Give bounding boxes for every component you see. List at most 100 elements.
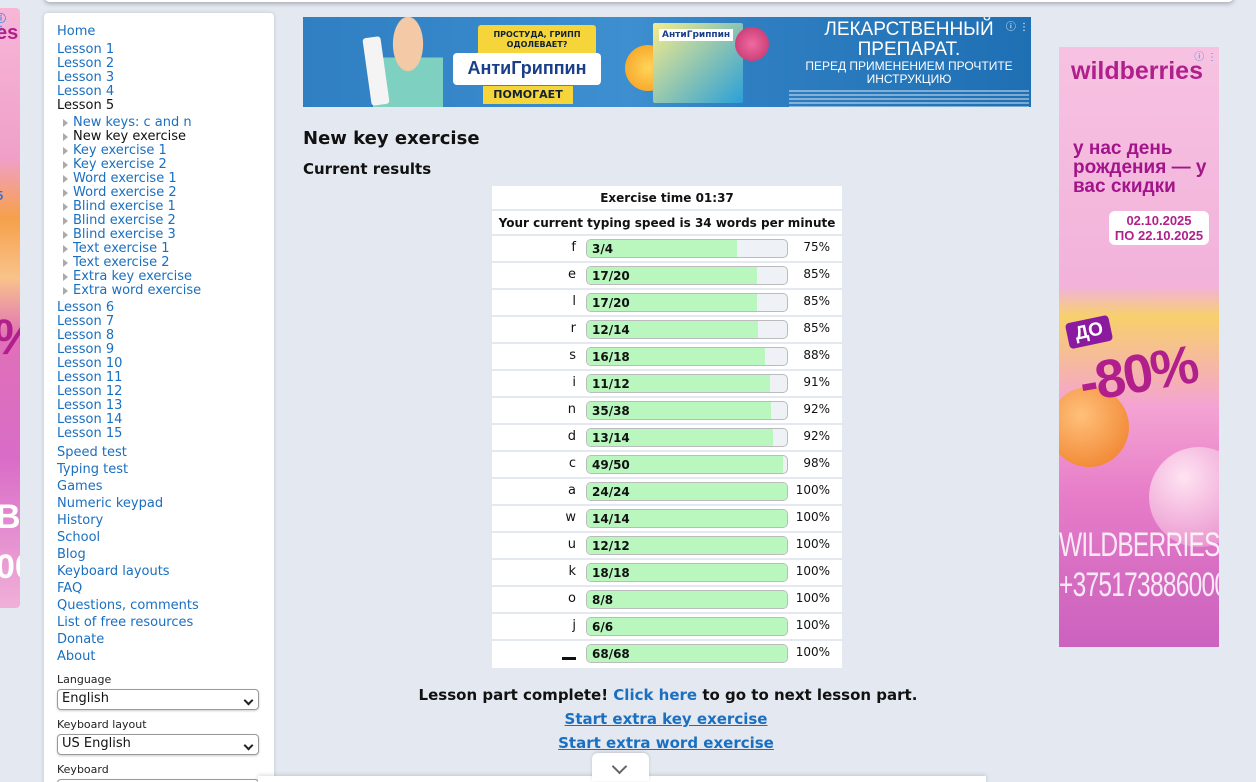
nav-lesson-part[interactable]: Text exercise 2: [57, 256, 274, 270]
accuracy-bar: 16/18: [586, 347, 788, 366]
nav-lesson-part[interactable]: Blind exercise 3: [57, 228, 274, 242]
nav-lesson[interactable]: Lesson 2: [57, 57, 274, 71]
key-label: i: [572, 375, 576, 390]
accuracy-bar: 24/24: [586, 482, 788, 501]
next-part-link[interactable]: Click here: [613, 686, 697, 704]
key-percent: 75%: [803, 240, 830, 254]
chevron-down-icon[interactable]: [592, 753, 649, 781]
nav-lesson[interactable]: Lesson 4: [57, 85, 274, 99]
key-count: 3/4: [592, 242, 614, 256]
nav-lesson-part[interactable]: Blind exercise 2: [57, 214, 274, 228]
nav-link[interactable]: Keyboard layouts: [57, 563, 274, 580]
language-label: Language: [57, 673, 112, 686]
nav-lesson[interactable]: Lesson 10: [57, 357, 274, 371]
nav-link[interactable]: Questions, comments: [57, 597, 274, 614]
left-ad-text: 00: [0, 548, 20, 586]
nav-link[interactable]: School: [57, 529, 274, 546]
nav-link[interactable]: List of free resources: [57, 614, 274, 631]
key-percent: 100%: [795, 645, 830, 659]
ad-upto-badge: ДО: [1064, 314, 1114, 350]
table-row: c 49/50 98%: [492, 452, 842, 479]
accuracy-bar: 13/14: [586, 428, 788, 447]
key-percent: 85%: [803, 321, 830, 335]
nav-link[interactable]: History: [57, 512, 274, 529]
ad-dates: 02.10.2025 ПО 22.10.2025: [1109, 211, 1209, 245]
key-count: 8/8: [592, 593, 614, 607]
key-count: 17/20: [592, 269, 630, 283]
top-banner-ad[interactable]: ПРОСТУДА, ГРИПП ОДОЛЕВАЕТ? АнтиГриппин П…: [303, 17, 1031, 107]
accuracy-bar: 68/68: [586, 644, 788, 663]
key-count: 68/68: [592, 647, 630, 661]
nav-lesson[interactable]: Lesson 6: [57, 301, 274, 315]
nav-lesson[interactable]: Lesson 8: [57, 329, 274, 343]
nav-lesson[interactable]: Lesson 7: [57, 315, 274, 329]
left-ad-text: 5: [0, 188, 3, 203]
key-percent: 100%: [795, 618, 830, 632]
ad-options-icon[interactable]: ⓘ ⋮: [1006, 18, 1029, 33]
nav-lesson[interactable]: Lesson 11: [57, 371, 274, 385]
nav-lesson[interactable]: Lesson 9: [57, 343, 274, 357]
extra-word-exercise-link[interactable]: Start extra word exercise: [303, 734, 1029, 752]
key-label: w: [565, 510, 576, 525]
ad-logo: wildberries: [1071, 57, 1203, 85]
key-count: 12/12: [592, 539, 630, 553]
nav-lesson-part[interactable]: Key exercise 2: [57, 158, 274, 172]
accuracy-bar: 8/8: [586, 590, 788, 609]
table-row: l 17/20 85%: [492, 290, 842, 317]
nav-lesson[interactable]: Lesson 13: [57, 399, 274, 413]
key-count: 18/18: [592, 566, 630, 580]
nav-lesson-part[interactable]: Text exercise 1: [57, 242, 274, 256]
lessons-list: Lesson 6 Lesson 7 Lesson 8 Lesson 9 Lesson 1…: [57, 301, 274, 441]
nav-lesson-part[interactable]: Word exercise 2: [57, 186, 274, 200]
key-percent: 85%: [803, 294, 830, 308]
nav-link[interactable]: Numeric keypad: [57, 495, 274, 512]
nav-link[interactable]: Speed test: [57, 444, 274, 461]
nav-lesson[interactable]: Lesson 1: [57, 43, 274, 57]
nav-lesson-part[interactable]: Extra word exercise: [57, 284, 274, 298]
key-percent: 85%: [803, 267, 830, 281]
table-row: j 6/6 100%: [492, 614, 842, 641]
nav-lesson-part[interactable]: New keys: c and n: [57, 116, 274, 130]
key-label: j: [572, 618, 576, 633]
key-count: 17/20: [592, 296, 630, 310]
right-advertisement[interactable]: ⓘ ⋮ wildberries у нас день рождения — у …: [1059, 47, 1219, 647]
nav-lesson-part[interactable]: Key exercise 1: [57, 144, 274, 158]
extra-key-exercise-link[interactable]: Start extra key exercise: [303, 710, 1029, 728]
lesson-parts-list: New keys: c and n New key exercise Key exe…: [57, 116, 274, 298]
complete-tail: to go to next lesson part.: [702, 686, 918, 704]
left-advertisement[interactable]: ⓘ ⋮ es 5 % BY 00: [0, 8, 20, 608]
key-percent: 100%: [795, 564, 830, 578]
nav-lesson-part[interactable]: Word exercise 1: [57, 172, 274, 186]
table-row: i 11/12 91%: [492, 371, 842, 398]
lessons-list: Lesson 1 Lesson 2 Lesson 3 Lesson 4: [57, 43, 274, 99]
results-table: Exercise time 01:37 Your current typing …: [492, 186, 842, 668]
nav-link[interactable]: FAQ: [57, 580, 274, 597]
nav-lesson[interactable]: Lesson 15: [57, 427, 274, 441]
nav-link[interactable]: Typing test: [57, 461, 274, 478]
key-label: n: [567, 402, 576, 417]
nav-link[interactable]: Donate: [57, 631, 274, 648]
nav-current-lesson: Lesson 5: [57, 98, 115, 113]
typing-speed: Your current typing speed is 34 words pe…: [492, 211, 842, 236]
key-count: 13/14: [592, 431, 630, 445]
nav-link[interactable]: Games: [57, 478, 274, 495]
nav-lesson[interactable]: Lesson 12: [57, 385, 274, 399]
ad-site-url: WILDBERRIES.BY: [1059, 526, 1219, 564]
keyboard-label: Keyboard: [57, 763, 109, 776]
nav-link[interactable]: About: [57, 648, 274, 665]
ad-product-box: АнтиГриппин: [653, 23, 743, 103]
accuracy-bar: 6/6: [586, 617, 788, 636]
key-percent: 92%: [803, 402, 830, 416]
nav-lesson[interactable]: Lesson 14: [57, 413, 274, 427]
nav-lesson-part[interactable]: Blind exercise 1: [57, 200, 274, 214]
nav-link[interactable]: Blog: [57, 546, 274, 563]
keyboard-layout-label: Keyboard layout: [57, 718, 147, 731]
nav-lesson-part[interactable]: Extra key exercise: [57, 270, 274, 284]
keyboard-layout-select[interactable]: US English: [57, 734, 259, 755]
results-heading: Current results: [303, 160, 432, 178]
nav-lesson[interactable]: Lesson 3: [57, 71, 274, 85]
key-percent: 92%: [803, 429, 830, 443]
language-select[interactable]: English: [57, 689, 259, 710]
nav-home[interactable]: Home: [57, 23, 274, 40]
ad-warning-line2: ПЕРЕД ПРИМЕНЕНИЕМ ПРОЧТИТЕ ИНСТРУКЦИЮ: [805, 59, 1013, 86]
